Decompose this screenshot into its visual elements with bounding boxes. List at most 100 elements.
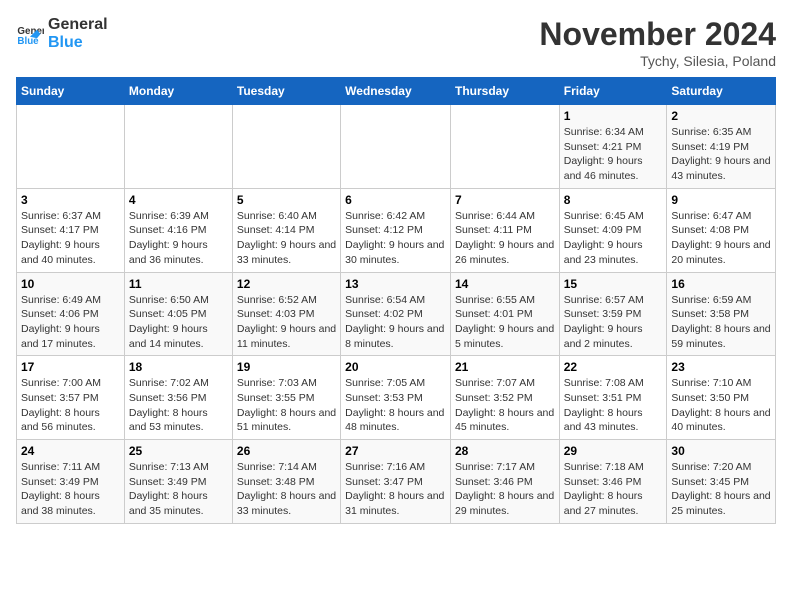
calendar-cell: 23 Sunrise: 7:10 AM Sunset: 3:50 PM Dayli… (667, 356, 776, 440)
day-number: 11 (129, 277, 228, 291)
weekday-header-monday: Monday (124, 78, 232, 105)
day-number: 22 (564, 360, 663, 374)
calendar-cell: 26Sunrise: 7:14 AM Sunset: 3:48 PM Dayli… (232, 440, 340, 524)
day-number: 12 (237, 277, 336, 291)
calendar-cell: 27Sunrise: 7:16 AM Sunset: 3:47 PM Dayli… (341, 440, 451, 524)
calendar-cell: 30Sunrise: 7:20 AM Sunset: 3:45 PM Dayli… (667, 440, 776, 524)
day-number: 20 (345, 360, 446, 374)
calendar-cell: 16 Sunrise: 6:59 AM Sunset: 3:58 PM Dayli… (667, 272, 776, 356)
calendar-cell: 15Sunrise: 6:57 AM Sunset: 3:59 PM Dayli… (559, 272, 667, 356)
calendar-cell: 28 Sunrise: 7:17 AM Sunset: 3:46 PM Dayli… (450, 440, 559, 524)
day-info: Sunrise: 6:49 AM Sunset: 4:06 PM Dayligh… (21, 293, 120, 352)
calendar-cell (17, 105, 125, 189)
calendar-cell: 14 Sunrise: 6:55 AM Sunset: 4:01 PM Dayli… (450, 272, 559, 356)
calendar-cell (124, 105, 232, 189)
day-info: Sunrise: 7:10 AM Sunset: 3:50 PM Dayligh… (671, 376, 771, 435)
day-info: Sunrise: 7:00 AM Sunset: 3:57 PM Dayligh… (21, 376, 120, 435)
day-info: Sunrise: 6:37 AM Sunset: 4:17 PM Dayligh… (21, 209, 120, 268)
day-info: Sunrise: 7:03 AM Sunset: 3:55 PM Dayligh… (237, 376, 336, 435)
day-number: 5 (237, 193, 336, 207)
calendar-cell: 12 Sunrise: 6:52 AM Sunset: 4:03 PM Dayli… (232, 272, 340, 356)
weekday-header-saturday: Saturday (667, 78, 776, 105)
day-number: 7 (455, 193, 555, 207)
day-info: Sunrise: 6:45 AM Sunset: 4:09 PM Dayligh… (564, 209, 663, 268)
day-number: 3 (21, 193, 120, 207)
day-info: Sunrise: 7:18 AM Sunset: 3:46 PM Dayligh… (564, 460, 663, 519)
calendar-cell: 7Sunrise: 6:44 AM Sunset: 4:11 PM Daylig… (450, 188, 559, 272)
calendar-cell: 9 Sunrise: 6:47 AM Sunset: 4:08 PM Daylig… (667, 188, 776, 272)
weekday-header-tuesday: Tuesday (232, 78, 340, 105)
header: General Blue General Blue November 2024 … (16, 16, 776, 69)
weekday-header-friday: Friday (559, 78, 667, 105)
day-info: Sunrise: 6:47 AM Sunset: 4:08 PM Dayligh… (671, 209, 771, 268)
day-info: Sunrise: 6:34 AM Sunset: 4:21 PM Dayligh… (564, 125, 663, 184)
calendar-week-3: 10Sunrise: 6:49 AM Sunset: 4:06 PM Dayli… (17, 272, 776, 356)
day-info: Sunrise: 6:54 AM Sunset: 4:02 PM Dayligh… (345, 293, 446, 352)
weekday-header-thursday: Thursday (450, 78, 559, 105)
day-number: 29 (564, 444, 663, 458)
weekday-row: SundayMondayTuesdayWednesdayThursdayFrid… (17, 78, 776, 105)
day-info: Sunrise: 6:35 AM Sunset: 4:19 PM Dayligh… (671, 125, 771, 184)
day-info: Sunrise: 6:42 AM Sunset: 4:12 PM Dayligh… (345, 209, 446, 268)
day-info: Sunrise: 7:08 AM Sunset: 3:51 PM Dayligh… (564, 376, 663, 435)
title-area: November 2024 Tychy, Silesia, Poland (539, 16, 776, 69)
calendar-week-1: 1 Sunrise: 6:34 AM Sunset: 4:21 PM Daylig… (17, 105, 776, 189)
month-title: November 2024 (539, 16, 776, 53)
calendar-cell: 19 Sunrise: 7:03 AM Sunset: 3:55 PM Dayli… (232, 356, 340, 440)
day-info: Sunrise: 7:05 AM Sunset: 3:53 PM Dayligh… (345, 376, 446, 435)
calendar-cell: 17 Sunrise: 7:00 AM Sunset: 3:57 PM Dayli… (17, 356, 125, 440)
day-number: 14 (455, 277, 555, 291)
calendar-cell: 29 Sunrise: 7:18 AM Sunset: 3:46 PM Dayli… (559, 440, 667, 524)
day-info: Sunrise: 6:39 AM Sunset: 4:16 PM Dayligh… (129, 209, 228, 268)
day-info: Sunrise: 7:11 AM Sunset: 3:49 PM Dayligh… (21, 460, 120, 519)
day-number: 21 (455, 360, 555, 374)
calendar-cell: 5 Sunrise: 6:40 AM Sunset: 4:14 PM Daylig… (232, 188, 340, 272)
day-number: 30 (671, 444, 771, 458)
calendar-cell: 25Sunrise: 7:13 AM Sunset: 3:49 PM Dayli… (124, 440, 232, 524)
day-number: 18 (129, 360, 228, 374)
day-number: 19 (237, 360, 336, 374)
location-subtitle: Tychy, Silesia, Poland (539, 53, 776, 69)
calendar-cell: 10Sunrise: 6:49 AM Sunset: 4:06 PM Dayli… (17, 272, 125, 356)
day-info: Sunrise: 7:17 AM Sunset: 3:46 PM Dayligh… (455, 460, 555, 519)
calendar-week-2: 3 Sunrise: 6:37 AM Sunset: 4:17 PM Daylig… (17, 188, 776, 272)
calendar-cell (232, 105, 340, 189)
calendar-cell: 24 Sunrise: 7:11 AM Sunset: 3:49 PM Dayli… (17, 440, 125, 524)
day-info: Sunrise: 6:55 AM Sunset: 4:01 PM Dayligh… (455, 293, 555, 352)
calendar-cell: 18Sunrise: 7:02 AM Sunset: 3:56 PM Dayli… (124, 356, 232, 440)
day-info: Sunrise: 7:13 AM Sunset: 3:49 PM Dayligh… (129, 460, 228, 519)
day-number: 26 (237, 444, 336, 458)
day-number: 9 (671, 193, 771, 207)
calendar-cell: 3 Sunrise: 6:37 AM Sunset: 4:17 PM Daylig… (17, 188, 125, 272)
weekday-header-sunday: Sunday (17, 78, 125, 105)
day-number: 16 (671, 277, 771, 291)
calendar-cell: 11Sunrise: 6:50 AM Sunset: 4:05 PM Dayli… (124, 272, 232, 356)
day-number: 23 (671, 360, 771, 374)
logo-general: General (48, 16, 108, 34)
day-number: 8 (564, 193, 663, 207)
day-info: Sunrise: 6:52 AM Sunset: 4:03 PM Dayligh… (237, 293, 336, 352)
calendar-cell: 8 Sunrise: 6:45 AM Sunset: 4:09 PM Daylig… (559, 188, 667, 272)
day-number: 1 (564, 109, 663, 123)
logo: General Blue General Blue (16, 16, 108, 51)
calendar-week-5: 24 Sunrise: 7:11 AM Sunset: 3:49 PM Dayli… (17, 440, 776, 524)
day-number: 28 (455, 444, 555, 458)
day-number: 17 (21, 360, 120, 374)
svg-text:Blue: Blue (17, 35, 39, 46)
calendar-cell: 6 Sunrise: 6:42 AM Sunset: 4:12 PM Daylig… (341, 188, 451, 272)
day-number: 24 (21, 444, 120, 458)
calendar-cell: 21Sunrise: 7:07 AM Sunset: 3:52 PM Dayli… (450, 356, 559, 440)
calendar-cell (341, 105, 451, 189)
day-number: 6 (345, 193, 446, 207)
day-number: 2 (671, 109, 771, 123)
calendar-cell: 20 Sunrise: 7:05 AM Sunset: 3:53 PM Dayli… (341, 356, 451, 440)
calendar-week-4: 17 Sunrise: 7:00 AM Sunset: 3:57 PM Dayli… (17, 356, 776, 440)
calendar-cell: 1 Sunrise: 6:34 AM Sunset: 4:21 PM Daylig… (559, 105, 667, 189)
day-info: Sunrise: 6:59 AM Sunset: 3:58 PM Dayligh… (671, 293, 771, 352)
day-number: 4 (129, 193, 228, 207)
calendar-cell: 2 Sunrise: 6:35 AM Sunset: 4:19 PM Daylig… (667, 105, 776, 189)
calendar-table: SundayMondayTuesdayWednesdayThursdayFrid… (16, 77, 776, 524)
calendar-body: 1 Sunrise: 6:34 AM Sunset: 4:21 PM Daylig… (17, 105, 776, 524)
calendar-cell: 13Sunrise: 6:54 AM Sunset: 4:02 PM Dayli… (341, 272, 451, 356)
day-info: Sunrise: 6:40 AM Sunset: 4:14 PM Dayligh… (237, 209, 336, 268)
